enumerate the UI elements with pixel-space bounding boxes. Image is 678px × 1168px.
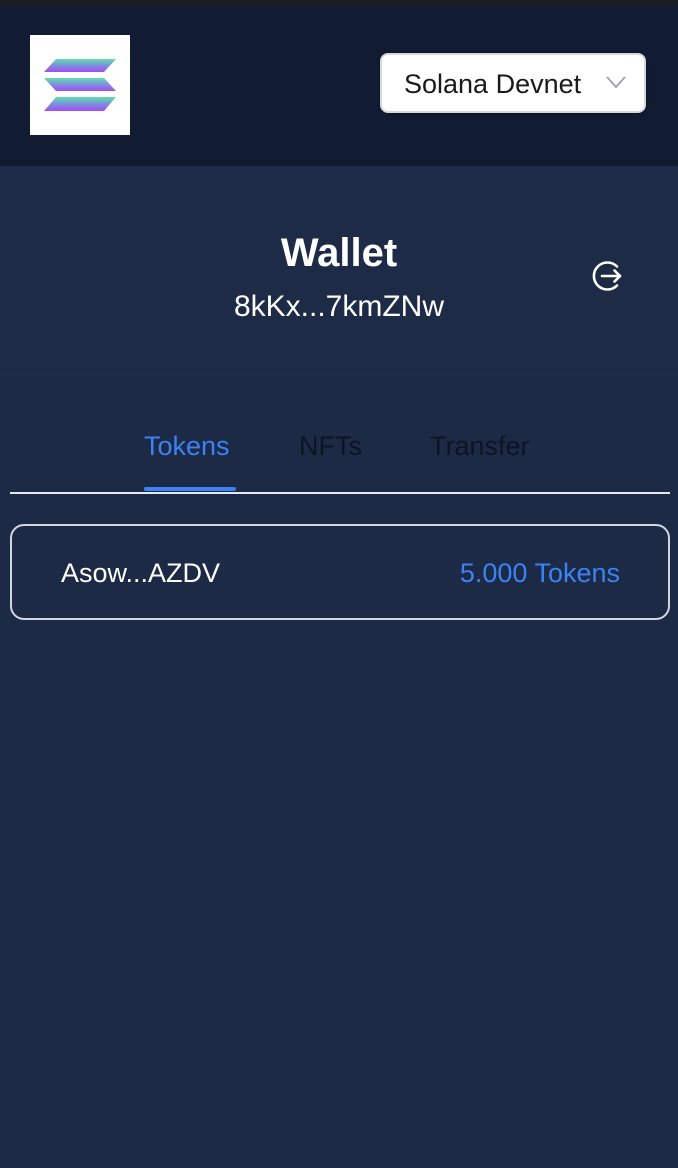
- logout-button[interactable]: [590, 258, 626, 294]
- network-select-label: Solana Devnet: [404, 69, 582, 99]
- chevron-down-icon: [606, 75, 626, 94]
- solana-logo-mark: [44, 59, 116, 111]
- wallet-title: Wallet: [280, 231, 398, 275]
- tab-bar: Tokens NFTs Transfer: [10, 420, 670, 494]
- app-header: Solana Devnet: [0, 6, 678, 166]
- token-list-item[interactable]: Asow...AZDV 5.000 Tokens: [10, 524, 670, 620]
- tab-transfer[interactable]: Transfer: [430, 428, 530, 464]
- token-amount: 5.000 Tokens: [459, 558, 620, 588]
- tab-nfts[interactable]: NFTs: [299, 428, 362, 464]
- tab-tokens[interactable]: Tokens: [144, 428, 230, 464]
- logout-icon: [592, 261, 622, 291]
- wallet-address[interactable]: 8kKx...7kmZNw: [0, 290, 678, 324]
- wallet-panel: Wallet 8kKx...7kmZNw: [0, 166, 678, 375]
- network-select[interactable]: Solana Devnet: [380, 53, 646, 113]
- active-tab-indicator: [144, 487, 236, 491]
- token-address: Asow...AZDV: [61, 558, 221, 588]
- solana-logo-icon[interactable]: [30, 35, 130, 135]
